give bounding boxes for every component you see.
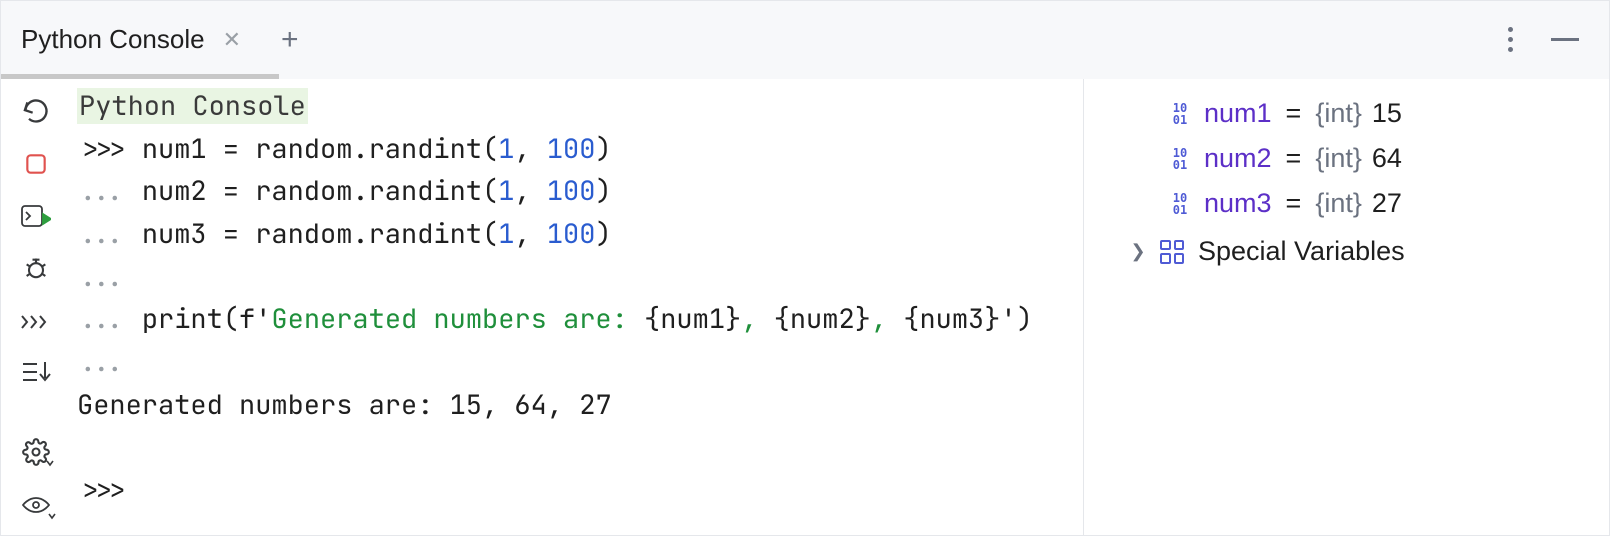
variable-name: num3 xyxy=(1204,188,1272,219)
variable-name: num2 xyxy=(1204,143,1272,174)
rerun-icon[interactable] xyxy=(19,97,53,125)
variable-type: {int} xyxy=(1315,188,1362,219)
empty-line xyxy=(77,426,1083,469)
int-type-icon: 1001 xyxy=(1166,100,1194,128)
debug-icon[interactable] xyxy=(19,255,53,283)
tab-python-console[interactable]: Python Console ✕ xyxy=(11,16,251,63)
close-tab-icon[interactable]: ✕ xyxy=(223,27,241,53)
minimize-icon[interactable] xyxy=(1551,38,1579,41)
settings-icon[interactable] xyxy=(19,438,53,466)
python-console-tool-window: Python Console ✕ + xyxy=(0,0,1610,536)
scroll-to-end-icon[interactable] xyxy=(19,360,53,386)
variable-value: 27 xyxy=(1372,188,1402,219)
code-line: >>> num1 = random.randint(1, 100) xyxy=(77,128,1083,171)
tab-bar-right xyxy=(1502,21,1599,58)
int-type-icon: 1001 xyxy=(1166,190,1194,218)
grid-icon xyxy=(1160,240,1184,264)
tab-bar: Python Console ✕ + xyxy=(1,1,1609,79)
variable-row[interactable]: 1001 num3 = {int} 27 xyxy=(1104,181,1589,226)
code-line: ... xyxy=(77,341,1083,384)
int-type-icon: 1001 xyxy=(1166,145,1194,173)
left-toolbar xyxy=(1,79,71,535)
variable-value: 15 xyxy=(1372,98,1402,129)
new-console-icon[interactable] xyxy=(19,309,53,334)
chevron-right-icon: ❯ xyxy=(1130,241,1146,262)
code-line: ... xyxy=(77,256,1083,299)
code-line: ... num3 = random.randint(1, 100) xyxy=(77,213,1083,256)
output-line: Generated numbers are: 15, 64, 27 xyxy=(77,384,1083,427)
kebab-menu-icon[interactable] xyxy=(1502,21,1519,58)
console-title: Python Console xyxy=(77,88,308,124)
variable-type: {int} xyxy=(1315,98,1362,129)
execute-icon[interactable] xyxy=(19,203,53,229)
body: Python Console >>> num1 = random.randint… xyxy=(1,79,1609,535)
equals: = xyxy=(1282,98,1306,129)
visibility-icon[interactable] xyxy=(19,492,53,517)
variable-name: num1 xyxy=(1204,98,1272,129)
equals: = xyxy=(1282,143,1306,174)
equals: = xyxy=(1282,188,1306,219)
stop-icon[interactable] xyxy=(19,151,53,177)
variables-panel: 1001 num1 = {int} 15 1001 num2 = {int} 6… xyxy=(1083,79,1609,535)
prompt-line[interactable]: >>> xyxy=(77,469,1083,512)
special-variables-label: Special Variables xyxy=(1198,236,1405,267)
variable-type: {int} xyxy=(1315,143,1362,174)
special-variables-row[interactable]: ❯ Special Variables xyxy=(1104,226,1589,267)
tab-label: Python Console xyxy=(21,24,205,55)
code-line: ... num2 = random.randint(1, 100) xyxy=(77,170,1083,213)
variable-row[interactable]: 1001 num1 = {int} 15 xyxy=(1104,91,1589,136)
variable-value: 64 xyxy=(1372,143,1402,174)
add-tab-button[interactable]: + xyxy=(273,23,307,57)
code-line: ... print(f'Generated numbers are: {num1… xyxy=(77,298,1083,341)
variable-row[interactable]: 1001 num2 = {int} 64 xyxy=(1104,136,1589,181)
console-output[interactable]: Python Console >>> num1 = random.randint… xyxy=(71,79,1083,535)
tab-bar-left: Python Console ✕ + xyxy=(11,16,307,63)
